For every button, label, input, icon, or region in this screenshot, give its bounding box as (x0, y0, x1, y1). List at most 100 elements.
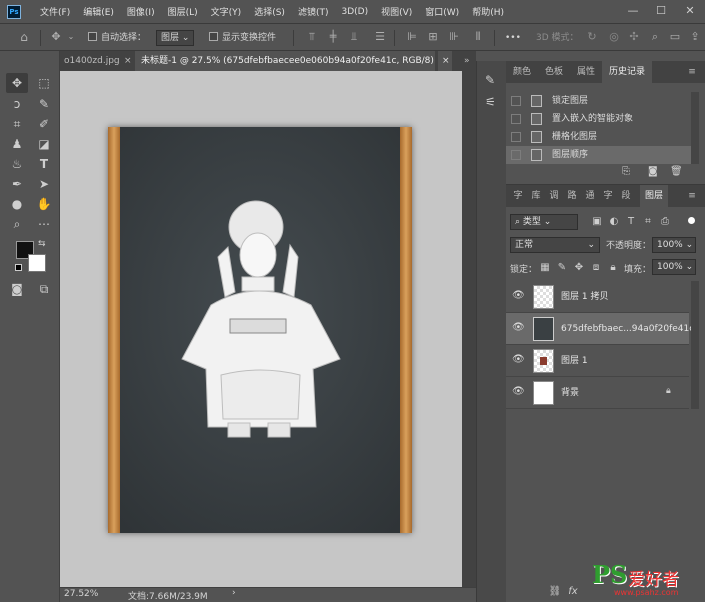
fill-field[interactable]: 100% ⌄ (652, 259, 696, 275)
lock-pixels-icon[interactable]: ✎ (555, 259, 569, 277)
filter-shape-icon[interactable]: ⌗ (641, 213, 655, 231)
move-tool-preset-icon[interactable]: ✥ (49, 30, 63, 44)
lock-all-icon[interactable]: 🔒︎ (606, 259, 620, 277)
camera-snapshot-icon[interactable]: ◙ (648, 166, 658, 177)
minimize-button[interactable]: — (620, 0, 646, 22)
stamp-tool-icon[interactable]: ♟ (6, 134, 28, 154)
swap-colors-icon[interactable]: ⇆ (38, 239, 46, 249)
layer-filter-dropdown[interactable]: ⌕ 类型 ⌄ (510, 214, 578, 230)
align-vcenter-icon[interactable]: ╪ (326, 30, 340, 44)
eye-icon[interactable]: 👁︎ (512, 322, 525, 334)
filter-toggle-icon[interactable] (688, 217, 695, 224)
tab-untitled-1[interactable]: 未标题-1 @ 27.5% (675dfebfbaecee0e060b94a0f… (135, 51, 435, 71)
ellipse-tool-icon[interactable]: ● (6, 194, 28, 214)
menu-window[interactable]: 窗口(W) (425, 5, 459, 18)
menu-select[interactable]: 选择(S) (254, 5, 285, 18)
maximize-button[interactable]: ☐ (648, 0, 674, 22)
show-transform-checkbox[interactable]: 显示变换控件 (209, 29, 276, 47)
3d-roll-icon[interactable]: ◎ (607, 30, 621, 44)
background-color-swatch[interactable] (28, 254, 46, 272)
history-item[interactable]: 栅格化图层 (506, 128, 691, 146)
layers-scrollbar[interactable] (691, 281, 699, 409)
lock-transparent-icon[interactable]: ▦ (538, 259, 552, 277)
tab-paragraph[interactable]: 段 (618, 185, 634, 207)
workspace-icon[interactable]: ▭ (668, 30, 682, 44)
more-tools-icon[interactable]: ⋯ (33, 214, 55, 234)
tab-adjustments[interactable]: 调 (546, 185, 562, 207)
brush-tool-icon[interactable]: ✐ (33, 114, 55, 134)
menu-help[interactable]: 帮助(H) (472, 5, 504, 18)
screen-mode-icon[interactable]: ⧉ (33, 279, 55, 299)
default-colors-icon[interactable] (15, 264, 22, 271)
menu-view[interactable]: 视图(V) (381, 5, 412, 18)
align-top-icon[interactable]: ⫪ (305, 30, 319, 44)
chevron-down-icon[interactable]: ⌄ (64, 30, 78, 44)
eye-icon[interactable]: 👁︎ (512, 290, 525, 302)
marquee-tool-icon[interactable]: ⬚ (33, 73, 55, 93)
layer-row[interactable]: 👁︎ 图层 1 (506, 345, 689, 377)
panel-menu-icon[interactable]: ≡ (682, 185, 702, 207)
adjustments-icon[interactable]: ⚟ (485, 95, 496, 109)
eye-icon[interactable]: 👁︎ (512, 386, 525, 398)
tab-character[interactable]: 字 (510, 185, 526, 207)
align-hcenter-icon[interactable]: ⊞ (426, 30, 440, 44)
opacity-field[interactable]: 100% ⌄ (652, 237, 696, 253)
history-scrollbar[interactable] (691, 92, 699, 164)
auto-select-dropdown[interactable]: 图层 ⌄ (156, 29, 195, 47)
status-menu-arrow[interactable]: › (232, 588, 236, 598)
align-left-icon[interactable]: ⊫ (405, 30, 419, 44)
zoom-level[interactable]: 27.52% (64, 589, 98, 599)
history-item[interactable]: 置入嵌入的智能对象 (506, 110, 691, 128)
trash-icon[interactable]: 🗑 (670, 166, 683, 177)
align-bottom-icon[interactable]: ⫫ (347, 30, 361, 44)
tab-layers[interactable]: 图层 (640, 185, 668, 207)
tab-swatches[interactable]: 色板 (538, 61, 570, 83)
quick-mask-icon[interactable]: ◙ (6, 279, 28, 299)
crop-tool-icon[interactable]: ⌗ (6, 114, 28, 134)
tab-color[interactable]: 颜色 (506, 61, 538, 83)
tab-close-icon[interactable]: × (438, 51, 452, 71)
tab-glyphs[interactable]: 字 (600, 185, 616, 207)
type-tool-icon[interactable]: T (33, 154, 55, 174)
more-options-button[interactable]: ••• (505, 29, 521, 47)
panel-menu-icon[interactable]: ≡ (682, 61, 702, 83)
quick-select-tool-icon[interactable]: ✎ (33, 94, 55, 114)
tabs-overflow-icon[interactable]: » (460, 51, 474, 71)
lock-position-icon[interactable]: ✥ (572, 259, 586, 277)
home-icon[interactable]: ⌂ (17, 30, 31, 44)
tab-close-icon[interactable]: × (120, 51, 132, 71)
lock-artboard-icon[interactable]: ⧈ (589, 259, 603, 277)
tab-paths[interactable]: 路 (564, 185, 580, 207)
document-canvas[interactable] (108, 127, 412, 533)
move-tool-icon[interactable]: ✥ (6, 73, 28, 93)
tab-history[interactable]: 历史记录 (602, 61, 652, 83)
hand-tool-icon[interactable]: ✋ (33, 194, 55, 214)
menu-type[interactable]: 文字(Y) (211, 5, 242, 18)
search-icon[interactable]: ⌕ (648, 30, 662, 44)
menu-layer[interactable]: 图层(L) (168, 5, 198, 18)
brush-settings-icon[interactable]: ✎ (485, 73, 495, 87)
tab-libraries[interactable]: 库 (528, 185, 544, 207)
link-icon[interactable]: ⛓ (548, 583, 562, 601)
filter-pixel-icon[interactable]: ▣ (590, 213, 604, 231)
menu-edit[interactable]: 编辑(E) (83, 5, 114, 18)
new-document-from-state-icon[interactable]: ⎘ (622, 166, 630, 177)
tab-properties[interactable]: 属性 (570, 61, 602, 83)
share-icon[interactable]: ⇪ (688, 30, 702, 44)
filter-smart-object-icon[interactable]: ⎙ (658, 213, 672, 231)
pen-tool-icon[interactable]: ✒ (6, 174, 28, 194)
distribute-icon[interactable]: ☰ (373, 30, 387, 44)
menu-image[interactable]: 图像(I) (127, 5, 155, 18)
history-item-current[interactable]: 图层顺序 (506, 146, 691, 164)
history-item[interactable]: 锁定图层 (506, 92, 691, 110)
filter-type-icon[interactable]: T (624, 213, 638, 231)
distribute-h-icon[interactable]: ⫴ (471, 30, 485, 44)
close-window-button[interactable]: ✕ (677, 0, 703, 22)
menu-filter[interactable]: 滤镜(T) (298, 5, 329, 18)
zoom-tool-icon[interactable]: ⌕ (6, 214, 28, 234)
layer-row[interactable]: 👁︎ 图层 1 拷贝 (506, 281, 689, 313)
eraser-tool-icon[interactable]: ◪ (33, 134, 55, 154)
paint-bucket-tool-icon[interactable]: ♨ (6, 154, 28, 174)
lasso-tool-icon[interactable]: ↄ (6, 94, 28, 114)
auto-select-checkbox[interactable]: 自动选择： (88, 29, 146, 47)
